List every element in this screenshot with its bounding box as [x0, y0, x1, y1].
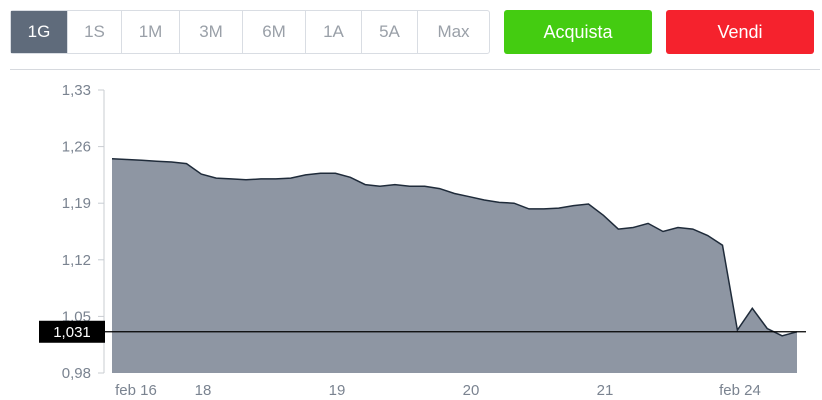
y-tick-label: 1,26: [62, 139, 91, 156]
price-area: [112, 158, 797, 373]
x-tick-label: 20: [463, 382, 480, 399]
x-tick-label: 18: [195, 382, 212, 399]
y-tick-label: 1,19: [62, 195, 91, 212]
chart-widget: 1G 1S 1M 3M 6M 1A 5A Max Acquista Vendi …: [0, 0, 822, 400]
y-tick-label: 1,12: [62, 252, 91, 269]
current-price-label: 1,031: [39, 320, 105, 343]
current-price-value: 1,031: [53, 324, 91, 341]
x-tick-label: feb 16: [115, 382, 157, 399]
x-tick-label: 19: [329, 382, 346, 399]
y-tick-label: 0,98: [62, 365, 91, 382]
y-tick-label: 1,33: [62, 82, 91, 99]
x-tick-label: 21: [597, 382, 614, 399]
x-tick-label: feb 24: [719, 382, 761, 399]
price-chart[interactable]: 1,331,261,191,121,050,98feb 16 18 19 20 21 fe…: [0, 0, 822, 400]
